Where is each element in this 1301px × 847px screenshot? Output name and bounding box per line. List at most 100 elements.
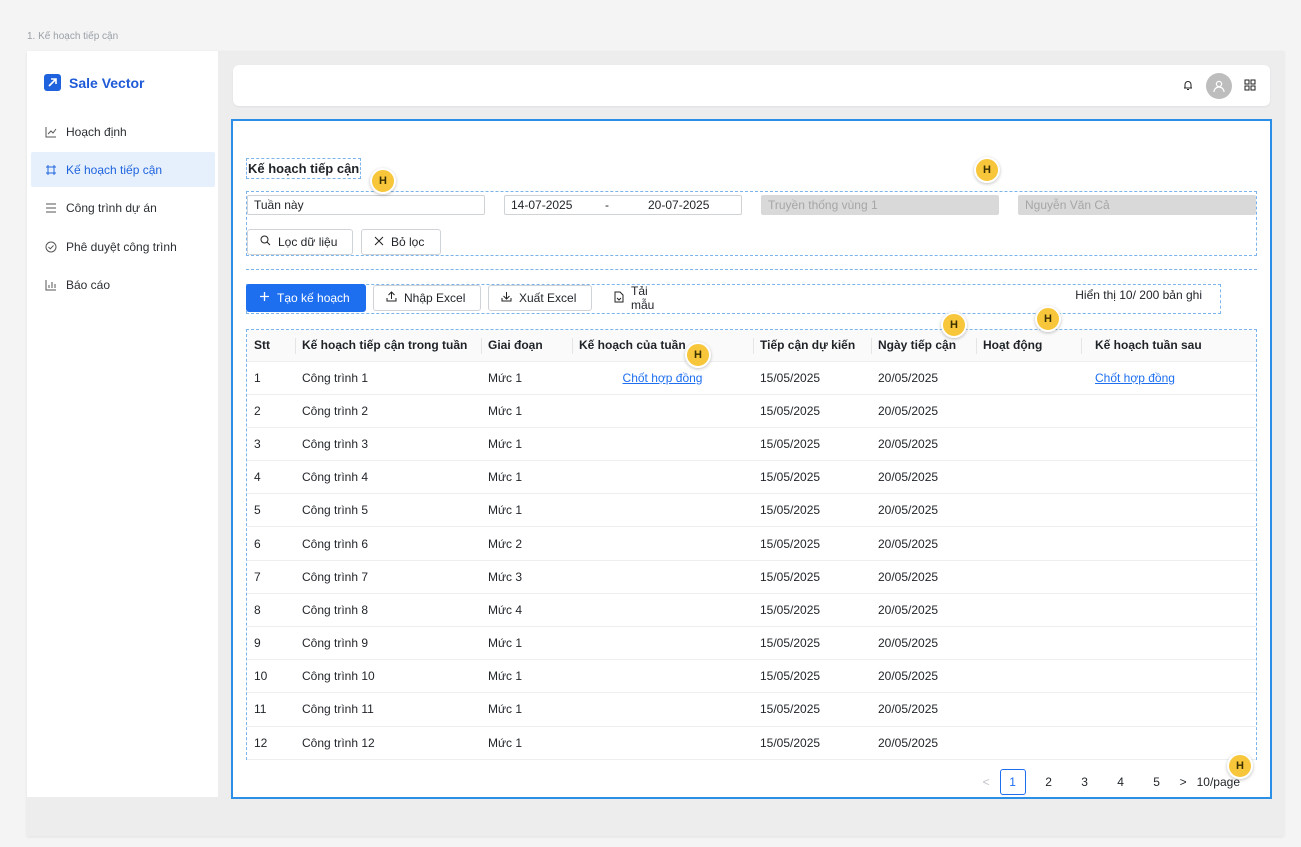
- table-cell: 3: [247, 427, 295, 462]
- search-icon: [260, 235, 271, 249]
- sidebar-item-bao-cao[interactable]: Báo cáo: [31, 268, 215, 303]
- table-cell: Công trình 9: [295, 626, 481, 661]
- table-cell: 20/05/2025: [871, 460, 976, 495]
- table-cell: Chốt hợp đồng: [1081, 361, 1256, 395]
- table-cell: 20/05/2025: [871, 427, 976, 462]
- table-cell: 7: [247, 560, 295, 594]
- page-1[interactable]: 1: [999, 769, 1026, 795]
- brand[interactable]: Sale Vector: [44, 74, 145, 91]
- import-excel-label: Nhập Excel: [404, 291, 466, 305]
- upload-icon: [386, 291, 397, 305]
- table-cell: 11: [247, 692, 295, 727]
- export-excel-button[interactable]: Xuất Excel: [488, 285, 592, 311]
- file-icon: [614, 291, 624, 306]
- table-cell: [1081, 726, 1256, 760]
- table-cell: [976, 626, 1081, 661]
- table-cell: [572, 692, 753, 727]
- table-row[interactable]: 8 Công trình 8 Mức 4 15/05/2025 20/05/2025: [247, 593, 1256, 628]
- annotation-marker[interactable]: H: [941, 312, 967, 338]
- sidebar-item-cong-trinh-du-an[interactable]: Công trình dự án: [31, 191, 215, 226]
- filter-button-label: Lọc dữ liệu: [278, 235, 338, 249]
- create-plan-button[interactable]: Tạo kế hoạch: [246, 284, 366, 312]
- table-cell: 15/05/2025: [753, 460, 871, 495]
- table-cell: Công trình 4: [295, 460, 481, 495]
- table-cell: [1081, 460, 1256, 495]
- column-header[interactable]: Hoạt động: [976, 330, 1081, 362]
- table-cell: 15/05/2025: [753, 593, 871, 628]
- column-header[interactable]: Giai đoạn: [481, 330, 572, 362]
- apps-grid-icon[interactable]: [1244, 79, 1256, 94]
- top-bar: [233, 65, 1270, 106]
- table-row[interactable]: 4 Công trình 4 Mức 1 15/05/2025 20/05/2025: [247, 460, 1256, 495]
- arrow-up-right-icon: [44, 74, 61, 91]
- table-row[interactable]: 5 Công trình 5 Mức 1 15/05/2025 20/05/2025: [247, 493, 1256, 528]
- table-row[interactable]: 11 Công trình 11 Mức 1 15/05/2025 20/05/2025: [247, 692, 1256, 727]
- table-row[interactable]: 9 Công trình 9 Mức 1 15/05/2025 20/05/2025: [247, 626, 1256, 661]
- table-row[interactable]: 1 Công trình 1 Mức 1 Chốt hợp đồng 15/05/202…: [247, 361, 1256, 395]
- region-select[interactable]: Truyền thống vùng 1: [761, 195, 999, 215]
- sidebar-item-ke-hoach-tiep-can[interactable]: Kế hoạch tiếp cận: [31, 152, 215, 188]
- table-cell: [572, 460, 753, 495]
- table-cell: [1081, 427, 1256, 462]
- table-cell: [976, 526, 1081, 561]
- staff-select[interactable]: Nguyễn Văn Cả: [1018, 195, 1256, 215]
- table-cell: 20/05/2025: [871, 626, 976, 661]
- period-select[interactable]: Tuần này: [247, 195, 485, 215]
- clear-filter-button[interactable]: Bỏ lọc: [361, 229, 441, 255]
- sidebar-nav: Hoạch định Kế hoạch tiếp cận Công trình …: [31, 114, 215, 306]
- avatar[interactable]: [1206, 73, 1232, 99]
- page-5[interactable]: 5: [1144, 769, 1170, 795]
- bell-icon[interactable]: [1182, 79, 1194, 94]
- table-cell: Mức 1: [481, 659, 572, 694]
- table-cell: [976, 593, 1081, 628]
- annotation-marker[interactable]: H: [1035, 306, 1061, 332]
- annotation-marker[interactable]: H: [370, 168, 396, 194]
- annotation-marker[interactable]: H: [974, 157, 1000, 183]
- table-cell: [976, 659, 1081, 694]
- table-row[interactable]: 12 Công trình 12 Mức 1 15/05/2025 20/05/2025: [247, 726, 1256, 760]
- table-cell: 15/05/2025: [753, 659, 871, 694]
- table-row[interactable]: 3 Công trình 3 Mức 1 15/05/2025 20/05/2025: [247, 427, 1256, 462]
- table-cell: [1081, 526, 1256, 561]
- table-cell: [976, 460, 1081, 495]
- table-cell: [976, 726, 1081, 760]
- page-4[interactable]: 4: [1108, 769, 1134, 795]
- line-chart-icon: [45, 126, 57, 138]
- column-header[interactable]: Tiếp cận dự kiến: [753, 330, 871, 362]
- page-title: Kế hoạch tiếp cận: [246, 158, 362, 179]
- create-plan-label: Tạo kế hoạch: [277, 291, 350, 305]
- filter-panel: Tuần này 14-07-2025 - 20-07-2025 Truyền …: [246, 191, 1257, 256]
- plan-link[interactable]: Chốt hợp đồng: [623, 371, 703, 385]
- annotation-marker[interactable]: H: [1227, 753, 1253, 779]
- date-range-picker[interactable]: 14-07-2025 - 20-07-2025: [504, 195, 742, 215]
- table-cell: 20/05/2025: [871, 394, 976, 428]
- column-header[interactable]: Stt: [247, 330, 295, 362]
- prev-page-button[interactable]: <: [983, 775, 990, 789]
- export-excel-label: Xuất Excel: [519, 291, 577, 305]
- main-content: Kế hoạch tiếp cận Tuần này 14-07-2025 - …: [231, 119, 1272, 799]
- clear-filter-label: Bỏ lọc: [391, 235, 425, 249]
- column-header[interactable]: Kế hoạch tiếp cận trong tuần: [295, 330, 481, 362]
- table-cell: Mức 3: [481, 560, 572, 594]
- table-cell: Mức 4: [481, 593, 572, 628]
- filter-button[interactable]: Lọc dữ liệu: [247, 229, 353, 255]
- table-row[interactable]: 7 Công trình 7 Mức 3 15/05/2025 20/05/2025: [247, 560, 1256, 594]
- table-row[interactable]: 10 Công trình 10 Mức 1 15/05/2025 20/05/2025: [247, 659, 1256, 694]
- table-cell: Công trình 8: [295, 593, 481, 628]
- page-3[interactable]: 3: [1072, 769, 1098, 795]
- table-cell: Mức 1: [481, 626, 572, 661]
- sidebar-item-phe-duyet-cong-trinh[interactable]: Phê duyệt công trình: [31, 229, 215, 264]
- table-row[interactable]: 6 Công trình 6 Mức 2 15/05/2025 20/05/2025: [247, 526, 1256, 561]
- import-excel-button[interactable]: Nhập Excel: [373, 285, 481, 311]
- column-header[interactable]: Kế hoạch tuần sau: [1081, 330, 1256, 362]
- table-row[interactable]: 2 Công trình 2 Mức 1 15/05/2025 20/05/2025: [247, 394, 1256, 428]
- table-cell: 4: [247, 460, 295, 495]
- plan-link[interactable]: Chốt hợp đồng: [1095, 371, 1175, 385]
- column-header[interactable]: Kế hoạch của tuần: [572, 330, 753, 362]
- download-template-button[interactable]: Tải mẫu: [601, 284, 683, 312]
- sidebar-item-hoach-dinh[interactable]: Hoạch định: [31, 114, 215, 149]
- table-cell: 15/05/2025: [753, 493, 871, 528]
- annotation-marker[interactable]: H: [685, 342, 711, 368]
- page-2[interactable]: 2: [1036, 769, 1062, 795]
- next-page-button[interactable]: >: [1180, 775, 1187, 789]
